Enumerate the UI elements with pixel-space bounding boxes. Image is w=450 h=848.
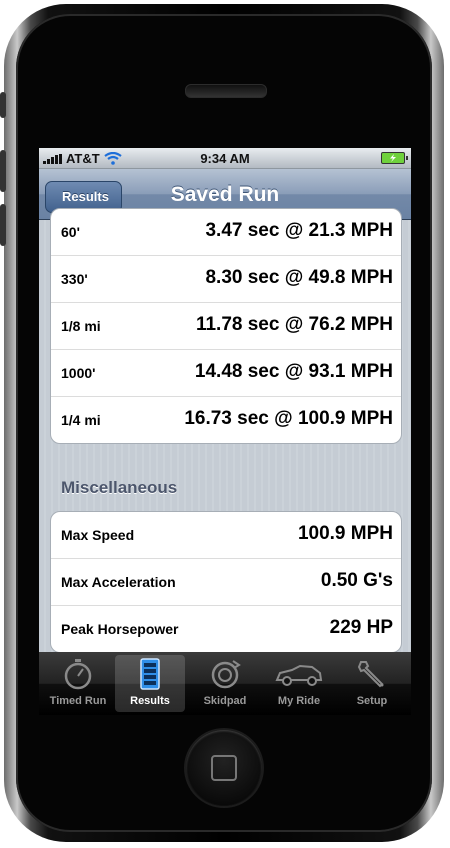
row-label: 1000' <box>61 365 96 381</box>
row-value: 3.47 sec @ 21.3 MPH <box>205 220 393 241</box>
row-label: 330' <box>61 271 88 287</box>
battery-charging-icon <box>381 152 408 164</box>
table-row: 330' 8.30 sec @ 49.8 MPH <box>51 255 401 302</box>
stopwatch-icon <box>64 659 92 690</box>
row-value: 14.48 sec @ 93.1 MPH <box>194 361 393 382</box>
row-value: 229 HP <box>329 617 393 638</box>
row-label: Max Speed <box>61 527 135 543</box>
page-title: Saved Run <box>170 183 280 206</box>
volume-down-button <box>0 204 6 246</box>
home-square-icon <box>211 755 237 781</box>
tab-skidpad[interactable]: Skidpad <box>190 655 260 712</box>
status-bar: AT&T 9:34 AM <box>39 148 411 169</box>
tab-timed-run[interactable]: Timed Run <box>43 655 113 712</box>
tab-label: Setup <box>356 695 388 707</box>
results-list-icon <box>140 658 160 690</box>
content-area[interactable]: 60' 3.47 sec @ 21.3 MPH 330' 8.30 sec @ … <box>39 208 411 653</box>
car-icon <box>275 664 323 686</box>
row-value: 11.78 sec @ 76.2 MPH <box>195 314 393 335</box>
tab-my-ride[interactable]: My Ride <box>264 655 334 712</box>
table-row: Max Acceleration 0.50 G's <box>51 558 401 605</box>
row-label: Max Acceleration <box>61 574 176 590</box>
row-value: 0.50 G's <box>320 570 393 591</box>
section-header: Miscellaneous <box>61 478 178 497</box>
volume-up-button <box>0 150 6 192</box>
screen: AT&T 9:34 AM Results Saved Run 60' 3.47 … <box>39 148 411 715</box>
misc-group: Max Speed 100.9 MPH Max Acceleration 0.5… <box>50 511 402 653</box>
tab-label: My Ride <box>277 695 321 707</box>
table-row: 1000' 14.48 sec @ 93.1 MPH <box>51 349 401 396</box>
mute-switch <box>0 92 6 118</box>
row-label: 1/8 mi <box>61 318 101 334</box>
table-row: 60' 3.47 sec @ 21.3 MPH <box>51 209 401 255</box>
row-label: 60' <box>61 224 80 240</box>
wrench-icon <box>357 661 384 688</box>
status-time: 9:34 AM <box>200 151 250 166</box>
table-row: 1/8 mi 11.78 sec @ 76.2 MPH <box>51 302 401 349</box>
tab-label: Timed Run <box>49 695 107 707</box>
skidpad-icon <box>211 660 241 689</box>
row-label: Peak Horsepower <box>61 621 179 637</box>
tab-results[interactable]: Results <box>115 655 185 712</box>
tab-label: Results <box>130 695 170 707</box>
row-label: 1/4 mi <box>61 412 101 428</box>
home-button[interactable] <box>186 730 262 806</box>
row-value: 100.9 MPH <box>297 523 393 544</box>
earpiece-speaker <box>185 84 267 98</box>
table-row: Peak Horsepower 229 HP <box>51 605 401 652</box>
run-times-group: 60' 3.47 sec @ 21.3 MPH 330' 8.30 sec @ … <box>50 208 402 444</box>
table-row: 1/4 mi 16.73 sec @ 100.9 MPH <box>51 396 401 443</box>
tab-bar: Timed Run Results Skidpad My Ride Setup <box>39 652 411 715</box>
tab-label: Skidpad <box>203 695 247 707</box>
row-value: 16.73 sec @ 100.9 MPH <box>184 408 393 429</box>
tab-setup[interactable]: Setup <box>337 655 407 712</box>
row-value: 8.30 sec @ 49.8 MPH <box>205 267 393 288</box>
table-row: Max Speed 100.9 MPH <box>51 512 401 558</box>
